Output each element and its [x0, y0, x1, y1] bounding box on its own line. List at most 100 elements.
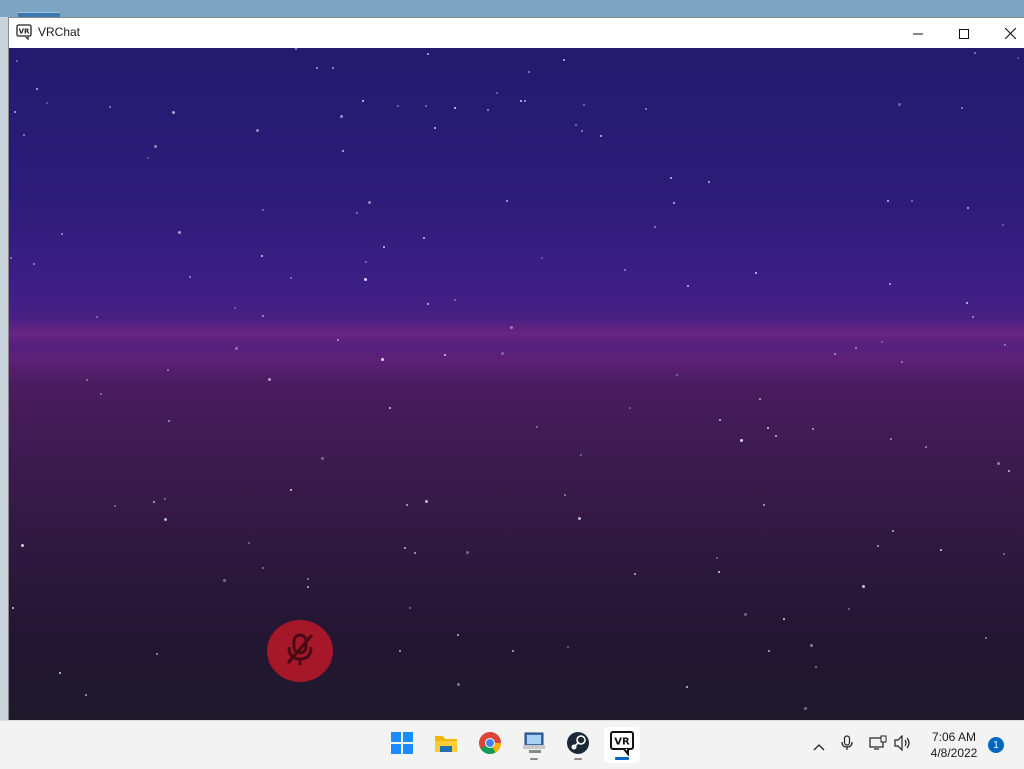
star — [925, 446, 927, 448]
window-title: VRChat — [38, 25, 81, 39]
star — [59, 672, 61, 674]
star — [676, 374, 678, 376]
star — [716, 557, 718, 559]
star — [496, 92, 498, 94]
star — [261, 255, 263, 257]
star — [810, 644, 813, 647]
maximize-button[interactable] — [941, 18, 987, 48]
star — [961, 107, 963, 109]
game-viewport[interactable] — [9, 48, 1024, 721]
folder-icon — [434, 732, 458, 758]
star — [10, 257, 12, 259]
star — [541, 257, 543, 259]
star — [755, 272, 757, 274]
star — [85, 694, 87, 696]
microphone-muted-icon — [280, 629, 320, 673]
microphone-tray-button[interactable] — [837, 735, 857, 755]
star — [967, 207, 969, 209]
star — [1008, 470, 1010, 472]
star — [887, 200, 889, 202]
star — [381, 358, 384, 361]
star — [444, 354, 446, 356]
star — [16, 60, 18, 62]
star — [356, 212, 358, 214]
star — [654, 226, 656, 228]
star — [332, 67, 334, 69]
star — [406, 504, 408, 506]
star — [434, 127, 436, 129]
star — [624, 269, 626, 271]
taskbar-chrome[interactable] — [472, 727, 508, 763]
star — [890, 438, 892, 440]
star — [1017, 57, 1019, 59]
taskbar-steam[interactable] — [560, 727, 596, 763]
star — [223, 579, 226, 582]
clock-time: 7:06 AM — [931, 730, 977, 744]
chrome-icon — [478, 731, 502, 759]
star — [33, 263, 35, 265]
steam-icon — [566, 731, 590, 759]
close-icon — [1004, 24, 1016, 43]
taskbar: VR 7:06 AM 4/8/2022 1 — [0, 720, 1024, 769]
star — [580, 454, 582, 456]
network-tray-button[interactable] — [868, 735, 888, 755]
close-button[interactable] — [987, 18, 1024, 48]
desktop-left-strip — [0, 17, 8, 720]
star — [581, 130, 583, 132]
star — [164, 518, 167, 521]
star — [520, 100, 522, 102]
star — [262, 209, 264, 211]
star — [425, 105, 427, 107]
minimize-button[interactable] — [895, 18, 941, 48]
star — [268, 378, 271, 381]
star — [634, 573, 636, 575]
network-icon — [869, 735, 887, 755]
vrchat-window: VR VRChat — [8, 17, 1024, 722]
star — [262, 315, 264, 317]
star — [974, 52, 976, 54]
star — [578, 517, 581, 520]
volume-tray-button[interactable] — [893, 734, 913, 755]
start-button[interactable] — [384, 727, 420, 763]
star — [759, 398, 761, 400]
star — [812, 428, 814, 430]
star — [307, 586, 309, 588]
taskbar-remote-desktop[interactable] — [516, 727, 552, 763]
star — [767, 427, 769, 429]
star — [12, 607, 14, 609]
star — [892, 530, 894, 532]
title-bar[interactable]: VR VRChat — [9, 18, 1024, 48]
star — [763, 504, 765, 506]
star — [744, 613, 747, 616]
notification-badge[interactable]: 1 — [988, 737, 1004, 753]
star — [36, 88, 38, 90]
star — [898, 103, 901, 106]
vrchat-icon: VR — [16, 24, 32, 41]
star — [290, 277, 292, 279]
star — [321, 457, 324, 460]
star — [972, 316, 974, 318]
microphone-icon — [841, 735, 853, 755]
star — [512, 650, 514, 652]
star — [307, 578, 309, 580]
taskbar-vrchat[interactable]: VR — [604, 727, 640, 763]
maximize-icon — [959, 24, 969, 43]
clock-date: 4/8/2022 — [930, 746, 978, 760]
star — [528, 71, 530, 73]
star — [673, 202, 675, 204]
star — [342, 150, 344, 152]
star — [457, 683, 460, 686]
star — [457, 634, 459, 636]
star — [295, 48, 297, 50]
star — [86, 379, 88, 381]
star — [889, 283, 891, 285]
star — [14, 111, 16, 113]
star — [1004, 344, 1006, 346]
star — [718, 571, 720, 573]
taskbar-file-explorer[interactable] — [428, 727, 464, 763]
desktop-background — [0, 0, 1024, 17]
star — [768, 650, 770, 652]
star — [290, 489, 292, 491]
clock[interactable]: 7:06 AM 4/8/2022 — [918, 729, 990, 761]
show-hidden-icons-button[interactable] — [809, 735, 829, 755]
